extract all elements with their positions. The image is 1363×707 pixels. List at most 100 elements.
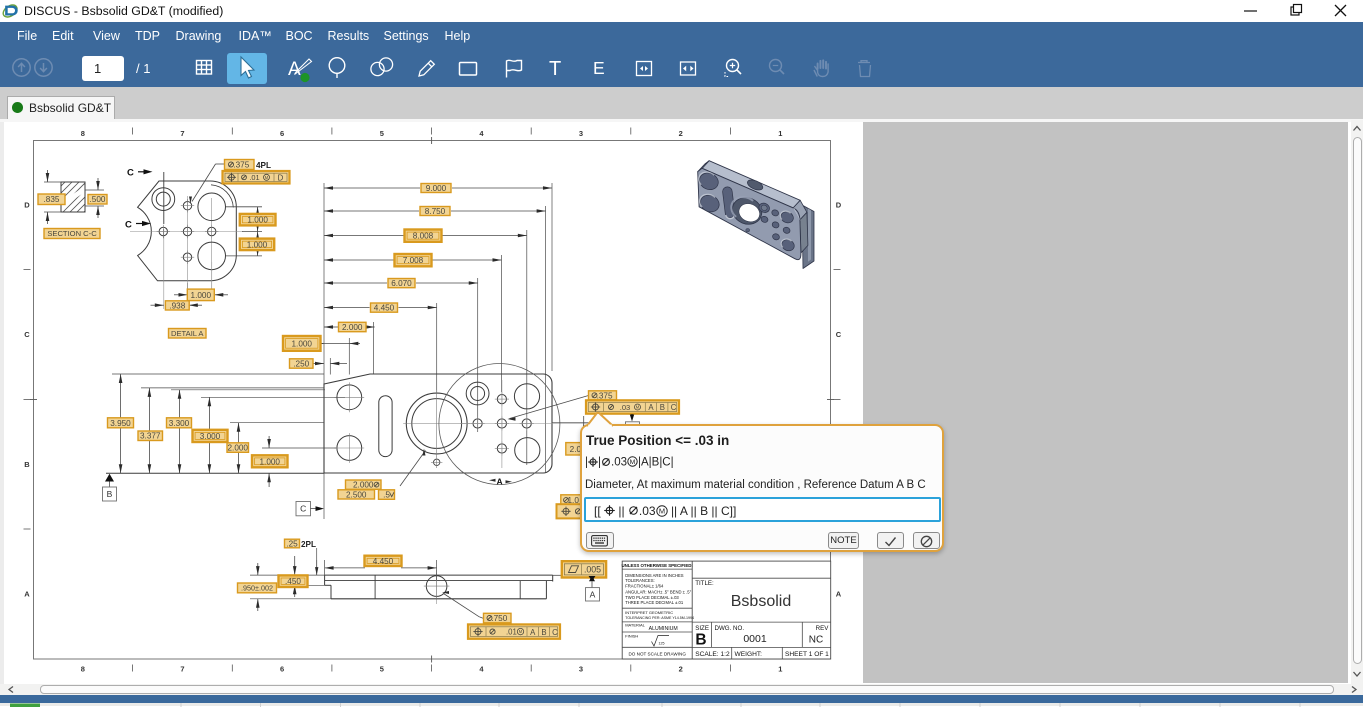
svg-text:.25: .25 (286, 539, 298, 548)
svg-text:D: D (836, 201, 842, 210)
svg-text:2.000: 2.000 (353, 481, 374, 490)
svg-text:C: C (552, 628, 558, 637)
svg-text:THREE PLACE DECIMAL ±.01: THREE PLACE DECIMAL ±.01 (625, 600, 684, 605)
svg-text:1.000: 1.000 (260, 457, 281, 466)
svg-text:D: D (278, 173, 284, 182)
svg-text:8.008: 8.008 (413, 232, 434, 241)
svg-text:2: 2 (679, 665, 683, 674)
svg-text:A: A (836, 590, 842, 599)
svg-text:C: C (127, 168, 134, 179)
svg-text:3.000: 3.000 (200, 432, 221, 441)
svg-text:TOLERANCING PER: ASME Y14.5M-1: TOLERANCING PER: ASME Y14.5M-1994 (625, 616, 694, 620)
svg-text:.950±.002: .950±.002 (241, 583, 273, 592)
svg-text:A: A (24, 590, 30, 599)
svg-text:3.377: 3.377 (140, 432, 161, 441)
svg-text:2PL: 2PL (301, 540, 316, 549)
svg-text:FRACTIONAL± 1/64: FRACTIONAL± 1/64 (625, 584, 664, 589)
svg-text:.250: .250 (293, 359, 309, 368)
svg-text:1.000: 1.000 (292, 339, 313, 348)
svg-text:8: 8 (81, 665, 85, 674)
svg-text:7: 7 (180, 129, 184, 138)
svg-text:4.450: 4.450 (373, 557, 394, 566)
svg-text:DWG. NO.: DWG. NO. (715, 625, 745, 632)
svg-text:ANGULAR: MACH± .5° BEND ± .5°: ANGULAR: MACH± .5° BEND ± .5° (625, 589, 691, 594)
svg-text:DETAIL A: DETAIL A (171, 329, 204, 338)
svg-text:SHEET 1 OF 1: SHEET 1 OF 1 (785, 651, 829, 658)
svg-text:.375: .375 (229, 160, 249, 169)
svg-text:DIMENSIONS ARE IN INCHES: DIMENSIONS ARE IN INCHES (625, 573, 684, 578)
svg-text:A: A (497, 477, 503, 487)
svg-text:.03: .03 (620, 403, 631, 412)
svg-text:B: B (107, 489, 113, 499)
svg-text:C: C (300, 504, 306, 514)
svg-text:WEIGHT:: WEIGHT: (735, 651, 763, 658)
svg-text:.835: .835 (44, 195, 60, 204)
svg-text:A: A (648, 403, 654, 412)
svg-text:6: 6 (280, 129, 284, 138)
svg-text:M: M (636, 404, 640, 409)
svg-text:1: 1 (778, 129, 782, 138)
svg-text:C: C (24, 330, 30, 339)
svg-text:TWO PLACE DECIMAL ±.03: TWO PLACE DECIMAL ±.03 (625, 595, 679, 600)
svg-text:NC: NC (809, 635, 823, 646)
svg-text:M: M (630, 459, 636, 466)
svg-text:M: M (519, 629, 523, 634)
svg-text:4PL: 4PL (256, 161, 271, 170)
svg-text:Bsbsolid: Bsbsolid (731, 593, 791, 610)
svg-text:1.000: 1.000 (247, 240, 268, 249)
svg-text:3: 3 (579, 129, 583, 138)
svg-text:5: 5 (380, 129, 384, 138)
svg-text:1.000: 1.000 (191, 291, 212, 300)
svg-text:6.070: 6.070 (391, 279, 412, 288)
svg-text:SECTION C-C: SECTION C-C (47, 229, 97, 238)
svg-text:A: A (530, 628, 536, 637)
svg-text:A: A (590, 589, 596, 599)
svg-text:3.950: 3.950 (110, 419, 131, 428)
svg-text:6: 6 (280, 665, 284, 674)
svg-text:7: 7 (180, 665, 184, 674)
svg-text:.5: .5 (383, 491, 390, 500)
svg-text:UNLESS OTHERWISE SPECIFIED:: UNLESS OTHERWISE SPECIFIED: (621, 563, 693, 568)
svg-text:1: 1 (778, 665, 782, 674)
svg-text:M: M (265, 175, 269, 180)
svg-text:1.000: 1.000 (247, 216, 268, 225)
svg-text:.005: .005 (584, 565, 601, 575)
svg-text:7.008: 7.008 (403, 256, 424, 265)
svg-text:5: 5 (380, 665, 384, 674)
svg-text:2: 2 (679, 129, 683, 138)
svg-text:9.000: 9.000 (426, 184, 447, 193)
svg-text:.450: .450 (285, 577, 301, 586)
svg-text:REV: REV (816, 625, 830, 632)
svg-text:8: 8 (81, 129, 85, 138)
svg-text:E: E (593, 58, 605, 78)
svg-text:C: C (836, 330, 842, 339)
svg-text:B: B (660, 403, 665, 412)
svg-text:ALUMINIUM: ALUMINIUM (649, 626, 678, 632)
svg-text:TOLERANCES:: TOLERANCES: (625, 578, 654, 583)
svg-text:TITLE:: TITLE: (695, 580, 714, 587)
svg-text:0001: 0001 (743, 633, 767, 645)
svg-text:3.300: 3.300 (169, 419, 190, 428)
svg-text:B: B (24, 460, 30, 469)
svg-text:.500: .500 (90, 195, 106, 204)
svg-text:8.750: 8.750 (425, 207, 446, 216)
svg-text:MATERIAL: MATERIAL (625, 623, 645, 628)
svg-text:INTERPRET GEOMETRIC: INTERPRET GEOMETRIC (625, 610, 673, 615)
svg-text:DO NOT SCALE DRAWING: DO NOT SCALE DRAWING (628, 652, 686, 657)
svg-text:2.000: 2.000 (228, 444, 249, 453)
svg-text:D: D (24, 201, 30, 210)
svg-text:M: M (659, 506, 665, 515)
svg-text:FINISH: FINISH (625, 634, 638, 639)
svg-text:3: 3 (579, 665, 583, 674)
svg-text:B: B (541, 628, 546, 637)
svg-text:C: C (125, 220, 132, 231)
svg-text:SCALE: 1:2: SCALE: 1:2 (695, 651, 730, 658)
svg-text:.938: .938 (169, 301, 185, 310)
svg-text:4.450: 4.450 (374, 304, 395, 313)
svg-text:2.000: 2.000 (342, 323, 363, 332)
svg-text:125: 125 (659, 642, 665, 646)
svg-text:2.500: 2.500 (346, 490, 367, 499)
svg-text:T: T (549, 58, 561, 80)
svg-text:.01: .01 (506, 628, 517, 637)
svg-text:.01: .01 (249, 173, 259, 182)
